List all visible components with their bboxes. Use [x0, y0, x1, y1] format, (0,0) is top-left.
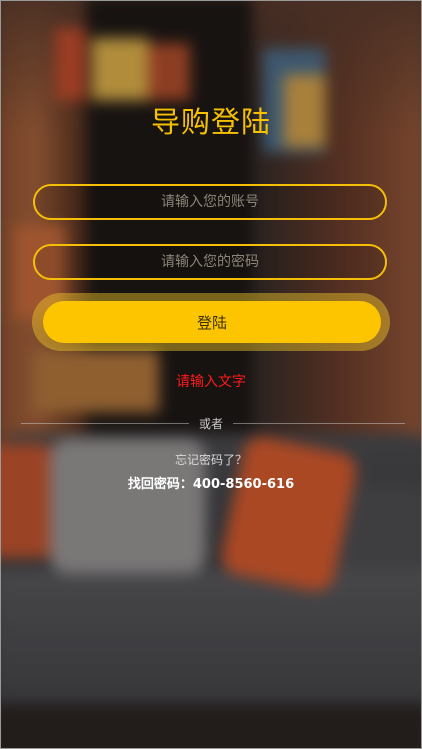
password-input[interactable]	[35, 245, 385, 279]
password-field[interactable]	[33, 244, 387, 280]
login-button[interactable]: 登陆	[43, 301, 381, 343]
hint-text: 请输入文字	[176, 374, 246, 390]
divider-line-right	[233, 423, 405, 424]
recovery-phone: 找回密码：400-8560-616	[127, 477, 295, 492]
login-screen: 导购登陆 登陆 请输入文字 或者 忘记密码了？ 找回密码：400-8560-61…	[0, 0, 422, 749]
forgot-password-text: 忘记密码了？	[174, 453, 247, 467]
account-input[interactable]	[35, 185, 385, 219]
page-title: 导购登陆	[150, 105, 271, 139]
account-field[interactable]	[33, 184, 387, 220]
